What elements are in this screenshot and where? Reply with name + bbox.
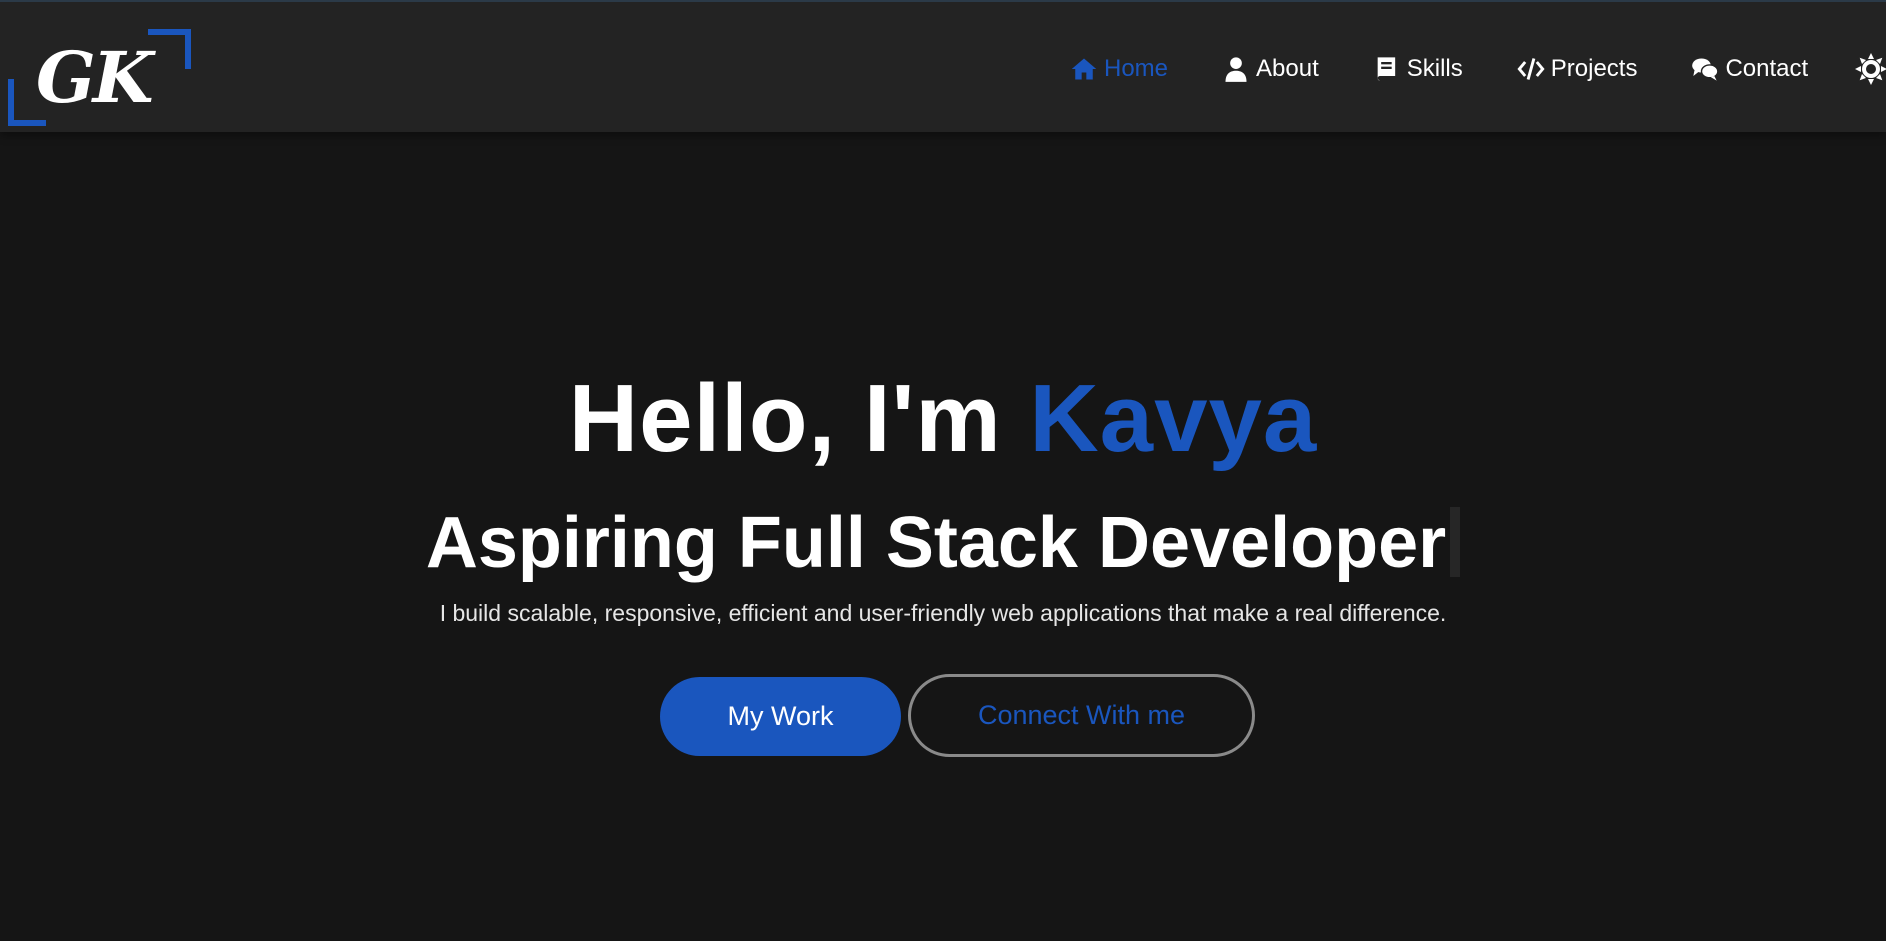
my-work-button[interactable]: My Work [660, 677, 901, 756]
code-icon [1517, 55, 1545, 83]
nav-item-skills[interactable]: Skills [1373, 55, 1463, 83]
nav-item-about[interactable]: About [1222, 55, 1319, 83]
hero-heading: Hello, I'm Kavya [0, 364, 1886, 474]
hero-section: Hello, I'm Kavya Aspiring Full Stack Dev… [0, 132, 1886, 941]
portfolio-page: GK Home About Skills Projects Contact He… [0, 0, 1886, 941]
hero-role: Aspiring Full Stack Developer [0, 502, 1886, 584]
theme-toggle-button[interactable] [1855, 53, 1886, 85]
user-icon [1222, 55, 1250, 83]
hero-greeting: Hello, I'm [568, 365, 1030, 472]
navbar: GK Home About Skills Projects Contact [0, 0, 1886, 132]
comments-icon [1691, 55, 1720, 83]
nav-item-label: Contact [1725, 55, 1809, 82]
hero-name: Kavya [1029, 365, 1318, 472]
nav-item-label: Home [1104, 55, 1169, 82]
sun-icon [1855, 53, 1886, 85]
logo-text: GK [36, 36, 154, 119]
nav-item-projects[interactable]: Projects [1517, 55, 1638, 83]
nav-item-label: About [1256, 55, 1319, 82]
nav-item-label: Skills [1406, 55, 1463, 82]
nav-item-contact[interactable]: Contact [1691, 55, 1808, 83]
nav-item-home[interactable]: Home [1070, 55, 1168, 83]
nav-item-label: Projects [1550, 55, 1638, 82]
book-icon [1373, 55, 1401, 83]
home-icon [1070, 55, 1098, 83]
hero-tagline: I build scalable, responsive, efficient … [439, 600, 1447, 626]
hero-role-text: Aspiring Full Stack Developer [425, 503, 1447, 583]
logo[interactable]: GK [8, 29, 191, 127]
main-nav: Home About Skills Projects Contact [1070, 50, 1862, 88]
typing-caret [1450, 507, 1461, 577]
connect-button[interactable]: Connect With me [908, 674, 1255, 757]
